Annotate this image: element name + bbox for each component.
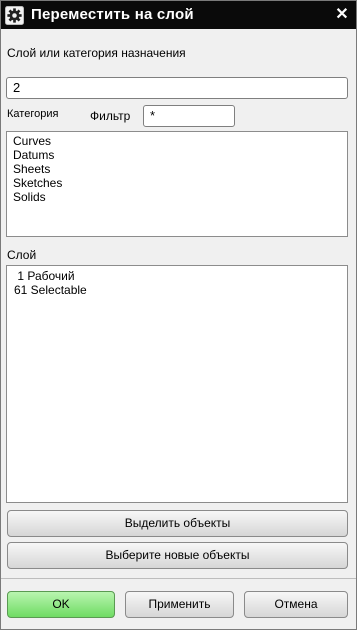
category-label: Категория [7, 108, 59, 120]
ok-button[interactable]: OK [7, 591, 115, 618]
move-to-layer-dialog: Переместить на слой ✕ Слой или категория… [0, 0, 357, 630]
list-item[interactable]: Datums [13, 148, 347, 162]
category-filter-input[interactable]: * [143, 105, 235, 127]
select-new-objects-button[interactable]: Выберите новые объекты [7, 542, 348, 569]
divider [1, 578, 356, 579]
destination-label: Слой или категория назначения [7, 46, 186, 60]
layer-label: Слой [7, 248, 37, 262]
list-item[interactable]: Sketches [13, 176, 347, 190]
destination-layer-input[interactable]: 2 [6, 77, 348, 99]
list-item[interactable]: Sheets [13, 162, 347, 176]
layer-list[interactable]: 1 Рабочий 61 Selectable [6, 265, 348, 503]
list-item[interactable]: 61 Selectable [14, 283, 347, 297]
cancel-button[interactable]: Отмена [244, 591, 348, 618]
list-item[interactable]: Solids [13, 190, 347, 204]
gear-icon[interactable] [5, 6, 24, 25]
apply-button[interactable]: Применить [125, 591, 234, 618]
select-objects-button[interactable]: Выделить объекты [7, 510, 348, 537]
close-icon[interactable]: ✕ [332, 5, 352, 25]
list-item[interactable]: Curves [13, 134, 347, 148]
category-list[interactable]: Curves Datums Sheets Sketches Solids [6, 131, 348, 237]
title-bar[interactable]: Переместить на слой ✕ [1, 1, 356, 29]
filter-label: Фильтр [90, 109, 131, 123]
list-item[interactable]: 1 Рабочий [14, 269, 347, 283]
window-title: Переместить на слой [31, 6, 194, 23]
